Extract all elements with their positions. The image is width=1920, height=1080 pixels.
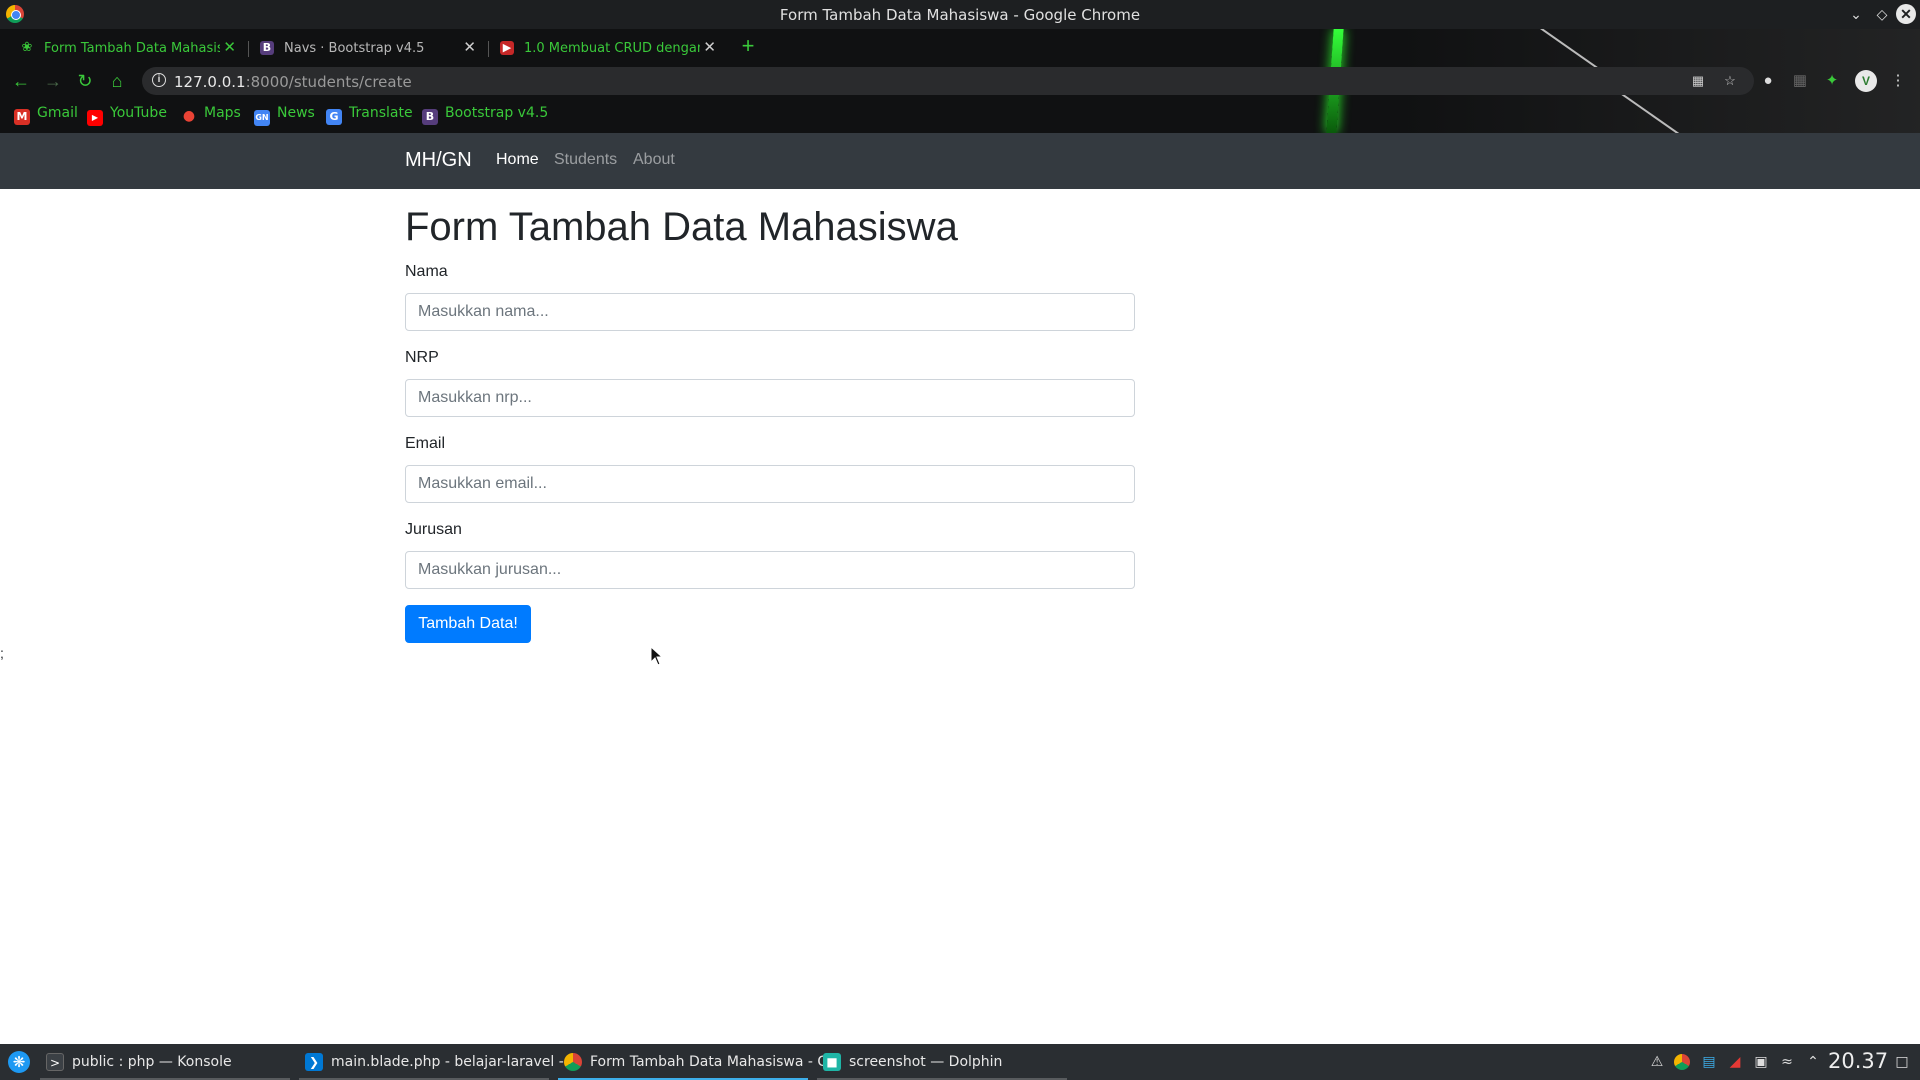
stray-text: ;	[0, 645, 4, 661]
tray-expand-icon[interactable]: ⌃	[1804, 1053, 1822, 1071]
youtube-icon: ▶	[87, 110, 103, 126]
tab-youtube-crud[interactable]: ▶ 1.0 Membuat CRUD dengan L ✕	[488, 33, 726, 63]
nav-link-home[interactable]: Home	[496, 151, 539, 169]
nrp-label: NRP	[405, 349, 439, 366]
clock[interactable]: 20.37	[1828, 1049, 1888, 1073]
extension-globe-icon[interactable]: ●	[1758, 71, 1778, 91]
bookmark-bootstrap[interactable]: B Bootstrap v4.5	[422, 105, 548, 127]
navbar-brand[interactable]: MH/GN	[405, 149, 472, 172]
tab-label: 1.0 Membuat CRUD dengan L	[524, 41, 700, 56]
task-label: main.blade.php - belajar-laravel - ...	[331, 1054, 582, 1070]
task-dolphin[interactable]: ■ screenshot — Dolphin	[817, 1044, 1067, 1080]
forward-button[interactable]: →	[42, 70, 64, 92]
bootstrap-icon: B	[422, 109, 438, 125]
translate-page-icon[interactable]: ▦	[1690, 73, 1706, 89]
task-chrome[interactable]: Form Tambah Data Mahasiswa - G...	[558, 1044, 842, 1080]
nama-label: Nama	[405, 263, 448, 280]
show-desktop-icon[interactable]: □	[1893, 1053, 1911, 1071]
bookmark-star-icon[interactable]: ☆	[1722, 73, 1738, 89]
close-tab-icon[interactable]: ✕	[463, 38, 476, 56]
terminal-icon: >	[46, 1053, 64, 1071]
tab-form-tambah[interactable]: ❀ Form Tambah Data Mahasisw ✕	[8, 33, 246, 63]
dolphin-icon: ■	[823, 1053, 841, 1071]
task-label: Form Tambah Data Mahasiswa - G...	[590, 1054, 842, 1070]
bookmark-gmail[interactable]: M Gmail	[14, 105, 78, 127]
page-title: Form Tambah Data Mahasiswa	[405, 205, 958, 249]
close-window-icon[interactable]: ✕	[1896, 4, 1916, 24]
wifi-icon[interactable]: ≈	[1778, 1053, 1796, 1071]
window-title: Form Tambah Data Mahasiswa - Google Chro…	[779, 6, 1141, 24]
bookmark-news[interactable]: GN News	[254, 105, 315, 127]
taskbar: ❋ > public : php — Konsole ❯ main.blade.…	[0, 1044, 1920, 1080]
extension-translate-icon[interactable]: ▦	[1790, 71, 1810, 91]
email-input[interactable]	[405, 465, 1135, 503]
url-text[interactable]: 127.0.0.1:8000/students/create	[174, 73, 412, 91]
email-label: Email	[405, 435, 446, 452]
maximize-icon[interactable]: ◇	[1872, 4, 1892, 24]
laravel-icon: ❀	[21, 40, 33, 55]
nama-input[interactable]	[405, 293, 1135, 331]
maps-icon: ●	[182, 108, 196, 124]
gmail-icon: M	[14, 109, 30, 125]
mouse-cursor-icon	[650, 646, 664, 666]
task-vscode[interactable]: ❯ main.blade.php - belajar-laravel - ...	[299, 1044, 582, 1080]
bootstrap-icon: B	[260, 41, 274, 55]
extensions-puzzle-icon[interactable]: ✦	[1822, 71, 1842, 91]
close-tab-icon[interactable]: ✕	[703, 38, 716, 56]
jurusan-input[interactable]	[405, 551, 1135, 589]
vscode-icon: ❯	[305, 1053, 323, 1071]
site-info-icon[interactable]: i	[152, 73, 166, 87]
back-button[interactable]: ←	[10, 70, 32, 92]
jurusan-label: Jurusan	[405, 521, 462, 538]
display-icon[interactable]: ▣	[1752, 1053, 1770, 1071]
task-label: screenshot — Dolphin	[849, 1054, 1003, 1070]
clipboard-icon[interactable]: ▤	[1700, 1053, 1718, 1071]
reload-button[interactable]: ↻	[74, 70, 96, 92]
bookmark-youtube[interactable]: ▶ YouTube	[87, 105, 167, 127]
nrp-input[interactable]	[405, 379, 1135, 417]
new-tab-button[interactable]: +	[736, 35, 760, 59]
nav-link-students[interactable]: Students	[554, 151, 617, 169]
news-icon: GN	[254, 110, 270, 126]
window-titlebar: Form Tambah Data Mahasiswa - Google Chro…	[0, 0, 1920, 29]
task-label: public : php — Konsole	[72, 1054, 232, 1070]
tambah-data-button[interactable]: Tambah Data!	[405, 605, 531, 643]
site-navbar: MH/GN Home Students About	[0, 133, 1920, 189]
tab-bootstrap-navs[interactable]: B Navs · Bootstrap v4.5 ✕	[248, 33, 486, 63]
bookmark-maps[interactable]: ● Maps	[181, 105, 241, 127]
chrome-icon	[564, 1053, 582, 1071]
tab-label: Navs · Bootstrap v4.5	[284, 41, 425, 56]
task-konsole[interactable]: > public : php — Konsole	[40, 1044, 290, 1080]
profile-avatar[interactable]: V	[1855, 70, 1877, 92]
close-tab-icon[interactable]: ✕	[223, 38, 236, 56]
home-button[interactable]: ⌂	[106, 70, 128, 92]
address-bar[interactable]: i 127.0.0.1:8000/students/create ▦ ☆	[142, 67, 1754, 95]
youtube-icon: ▶	[500, 41, 514, 55]
browser-chrome: ❀ Form Tambah Data Mahasisw ✕ B Navs · B…	[0, 29, 1920, 133]
notifications-off-icon[interactable]: ⚠	[1648, 1053, 1666, 1071]
translate-icon: G	[326, 109, 342, 125]
bookmark-translate[interactable]: G Translate	[326, 105, 413, 127]
chrome-menu-icon[interactable]: ⋮	[1888, 71, 1908, 91]
tab-label: Form Tambah Data Mahasisw	[44, 41, 220, 56]
chrome-tray-icon[interactable]	[1674, 1054, 1690, 1070]
nav-link-about[interactable]: About	[633, 151, 675, 169]
volume-muted-icon[interactable]: ◢	[1726, 1053, 1744, 1071]
app-launcher-icon[interactable]: ❋	[8, 1051, 30, 1073]
minimize-icon[interactable]: ⌄	[1846, 4, 1866, 24]
